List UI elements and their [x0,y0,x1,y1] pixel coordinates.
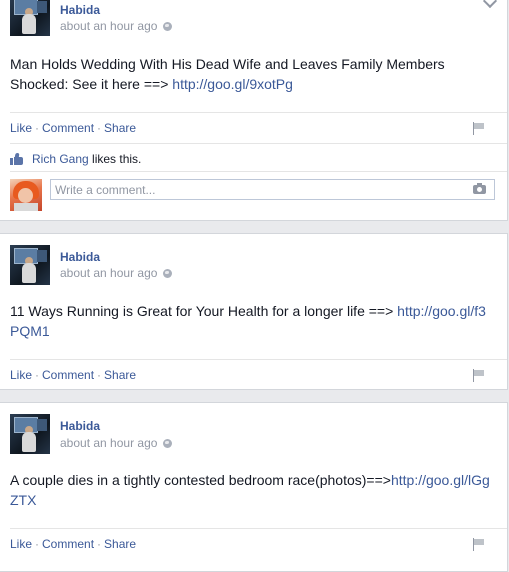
post-message: A couple dies in a tightly contested bed… [10,470,490,510]
comment-button[interactable]: Comment [42,537,94,551]
author-avatar[interactable] [10,414,50,454]
post-message-text: 11 Ways Running is Great for Your Health… [10,303,398,319]
globe-icon [163,269,173,278]
post-actions: Like · Comment · Share [10,368,136,382]
share-button[interactable]: Share [104,537,136,551]
feed-story-2: Habida about an hour ago 11 Ways Running… [0,233,508,390]
likes-suffix: likes this. [88,152,142,166]
post-timestamp[interactable]: about an hour ago [60,266,173,280]
timestamp-text[interactable]: about an hour ago [60,19,157,33]
author-name[interactable]: Habida [60,3,100,17]
camera-icon[interactable] [473,183,486,194]
divider [10,143,507,144]
share-button[interactable]: Share [104,121,136,135]
post-timestamp[interactable]: about an hour ago [60,436,173,450]
liker-name[interactable]: Rich Gang [32,152,89,166]
post-message: 11 Ways Running is Great for Your Health… [10,301,490,341]
author-name[interactable]: Habida [60,250,100,264]
timestamp-text[interactable]: about an hour ago [60,436,157,450]
globe-icon [163,439,173,448]
timestamp-text[interactable]: about an hour ago [60,266,157,280]
like-button[interactable]: Like [10,368,32,382]
author-name[interactable]: Habida [60,419,100,433]
author-avatar[interactable] [10,245,50,285]
post-actions: Like · Comment · Share [10,537,136,551]
globe-icon [163,22,173,31]
comment-box[interactable] [50,179,495,200]
like-button[interactable]: Like [10,121,32,135]
commenter-avatar [10,179,42,211]
post-message: Man Holds Wedding With His Dead Wife and… [10,54,490,94]
comment-button[interactable]: Comment [42,121,94,135]
post-timestamp[interactable]: about an hour ago [60,19,173,33]
action-separator: · [97,537,102,551]
action-separator: · [35,368,40,382]
comment-button[interactable]: Comment [42,368,94,382]
feed-story-1: Habida about an hour ago Man Holds Weddi… [0,0,508,221]
likes-summary: Rich Gang likes this. [10,152,141,166]
feed-story-3: Habida about an hour ago A couple dies i… [0,402,508,572]
action-separator: · [97,121,102,135]
author-avatar[interactable] [10,0,50,36]
divider [10,528,507,529]
divider [10,171,507,172]
post-actions: Like · Comment · Share [10,121,136,135]
thumbs-up-icon [10,153,23,165]
action-separator: · [35,537,40,551]
share-button[interactable]: Share [104,368,136,382]
flag-icon[interactable] [473,122,485,135]
post-message-text: A couple dies in a tightly contested bed… [10,472,391,488]
action-separator: · [97,368,102,382]
post-link[interactable]: http://goo.gl/9xotPg [172,76,293,92]
chevron-down-icon[interactable] [482,0,498,9]
divider [10,112,507,113]
action-separator: · [35,121,40,135]
like-button[interactable]: Like [10,537,32,551]
flag-icon[interactable] [473,369,485,382]
flag-icon[interactable] [473,538,485,551]
comment-input[interactable] [51,180,459,199]
divider [10,359,507,360]
